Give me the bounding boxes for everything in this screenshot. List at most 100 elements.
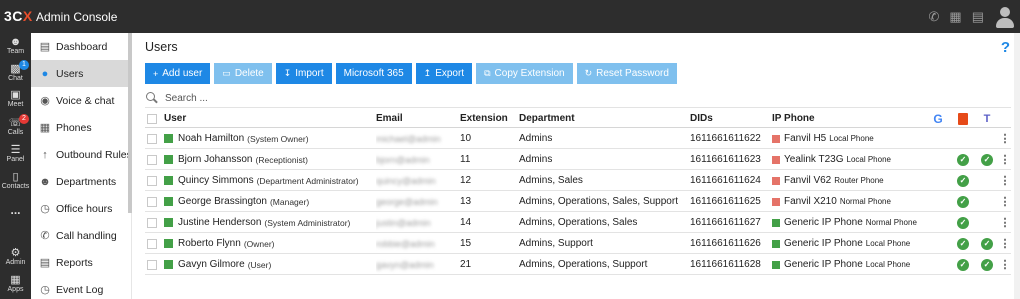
presence-indicator [164, 155, 173, 164]
nav-item-departments[interactable]: ☻ Departments [31, 168, 132, 195]
nav-item-voice-chat[interactable]: ◉ Voice & chat [31, 87, 132, 114]
row-checkbox[interactable] [147, 154, 157, 165]
search-input[interactable] [165, 92, 465, 104]
user-email: george@admin [376, 196, 438, 207]
nav-label: Phones [56, 121, 92, 134]
table-row[interactable]: Quincy Simmons (Department Administrator)… [145, 170, 1011, 191]
copy-extension-button[interactable]: ⧉ Copy Extension [476, 63, 573, 84]
rail-item-team[interactable]: ☻ Team [0, 36, 31, 55]
row-menu-icon[interactable]: ⋮ [1000, 212, 1010, 233]
column-header-department[interactable]: Department [519, 108, 689, 129]
user-department: Admins [519, 154, 553, 165]
nav-item-dashboard[interactable]: ▤ Dashboard [31, 33, 132, 60]
rail-item-panel[interactable]: ☰ Panel [0, 144, 31, 163]
delete-button[interactable]: ▭ Delete [214, 63, 272, 84]
rail-item-apps[interactable]: ▦ Apps [0, 274, 31, 293]
nav-item-users[interactable]: ● Users [31, 60, 132, 87]
export-button[interactable]: ↥ Export [415, 63, 473, 84]
user-extension: 15 [460, 238, 472, 249]
user-email: robbie@admin [376, 238, 435, 249]
users-table: User Email Extension Department DIDs IP … [145, 107, 1011, 275]
help-icon[interactable]: ? [1001, 39, 1010, 56]
user-department: Admins [519, 133, 553, 144]
trash-icon: ▭ [222, 68, 231, 78]
microsoft365-button[interactable]: Microsoft 365 [335, 63, 412, 84]
phone-status-indicator [772, 260, 780, 269]
row-checkbox[interactable] [147, 175, 157, 186]
rail-label: Admin [5, 259, 26, 266]
user-avatar-icon[interactable] [994, 6, 1016, 28]
row-menu-icon[interactable]: ⋮ [1000, 149, 1010, 170]
rail-item-admin[interactable]: ⚙ Admin [0, 247, 31, 266]
nav-label: Voice & chat [56, 94, 115, 107]
nav-label: Office hours [56, 202, 113, 215]
row-checkbox[interactable] [147, 196, 157, 207]
nav-item-reports[interactable]: ▤ Reports [31, 249, 132, 276]
check-icon: ✓ [957, 195, 969, 208]
table-row[interactable]: Roberto Flynn (Owner) robbie@admin 15 Admins… [145, 233, 1011, 254]
nav-label: Dashboard [56, 40, 108, 53]
nav-item-phones[interactable]: ▦ Phones [31, 114, 132, 141]
import-button[interactable]: ↧ Import [275, 63, 332, 84]
column-header-ip-phone[interactable]: IP Phone [772, 108, 922, 129]
rail-label: Chat [8, 75, 23, 82]
user-did: 1611661611627 [690, 217, 761, 228]
book-icon[interactable]: ▤ [972, 9, 984, 25]
phone-model: Generic IP Phone [784, 217, 863, 228]
export-icon: ↥ [423, 68, 432, 78]
dialpad-icon[interactable]: ▦ [949, 9, 961, 25]
presence-indicator [164, 134, 173, 143]
row-checkbox[interactable] [147, 238, 157, 249]
user-email: bjorn@admin [376, 154, 430, 165]
main-scrollbar[interactable] [1014, 33, 1020, 299]
row-checkbox[interactable] [147, 259, 157, 270]
button-label: Reset Password [596, 68, 669, 79]
check-icon: ✓ [981, 153, 993, 166]
reset-password-button[interactable]: ↻ Reset Password [576, 63, 677, 84]
row-checkbox[interactable] [147, 217, 157, 228]
row-menu-icon[interactable]: ⋮ [1000, 191, 1010, 212]
nav-item-event-log[interactable]: ◷ Event Log [31, 276, 132, 299]
check-icon: ✓ [957, 153, 969, 166]
phone-model: Generic IP Phone [784, 238, 863, 249]
add-user-button[interactable]: + Add user [145, 63, 211, 84]
column-header-user[interactable]: User [164, 108, 374, 129]
row-menu-icon[interactable]: ⋮ [1000, 170, 1010, 191]
3cx-logo[interactable]: 3CX [4, 8, 33, 24]
column-header-email[interactable]: Email [376, 108, 456, 129]
table-row[interactable]: Gavyn Gilmore (User) gavyn@admin 21 Admins, … [145, 254, 1011, 275]
nav-label: Reports [56, 256, 93, 269]
globe-icon: ◉ [40, 95, 50, 107]
nav-scrollbar[interactable] [128, 33, 132, 213]
nav-item-call-handling[interactable]: ✆ Call handling [31, 222, 132, 249]
calls-badge: 2 [19, 114, 29, 124]
row-checkbox[interactable] [147, 133, 157, 144]
dashboard-icon: ▤ [39, 41, 51, 53]
table-row[interactable]: Bjorn Johansson (Receptionist) bjorn@admin… [145, 149, 1011, 170]
rail-item-more[interactable]: ... [0, 203, 31, 217]
table-row[interactable]: Justine Henderson (System Administrator) j… [145, 212, 1011, 233]
row-menu-icon[interactable]: ⋮ [1000, 254, 1010, 275]
column-header-dids[interactable]: DIDs [690, 108, 770, 129]
team-icon: ☻ [9, 36, 22, 48]
table-row[interactable]: Noah Hamilton (System Owner) michael@admin… [145, 128, 1011, 149]
rail-item-meet[interactable]: ▣ Meet [0, 89, 31, 108]
presence-indicator [164, 260, 173, 269]
row-menu-icon[interactable]: ⋮ [1000, 233, 1010, 254]
top-bar: 3CX Admin Console ✆ ▦ ▤ [0, 0, 1020, 33]
user-email: justin@admin [376, 217, 431, 228]
rail-item-contacts[interactable]: ▯ Contacts [0, 171, 31, 190]
phone-icon[interactable]: ✆ [929, 9, 940, 25]
table-row[interactable]: George Brassington (Manager) george@admin 1… [145, 191, 1011, 212]
select-all-checkbox[interactable] [147, 113, 157, 124]
reports-icon: ▤ [39, 257, 51, 269]
call-handling-icon: ✆ [40, 230, 50, 242]
nav-item-office-hours[interactable]: ◷ Office hours [31, 195, 132, 222]
nav-item-outbound-rules[interactable]: ↑ Outbound Rules [31, 141, 132, 168]
presence-indicator [164, 239, 173, 248]
rail-item-chat[interactable]: ▩ Chat 1 [0, 60, 31, 82]
row-menu-icon[interactable]: ⋮ [1000, 128, 1010, 149]
user-name: Quincy Simmons [178, 175, 254, 186]
column-header-extension[interactable]: Extension [460, 108, 515, 129]
rail-item-calls[interactable]: ☏ Calls 2 [0, 114, 31, 136]
